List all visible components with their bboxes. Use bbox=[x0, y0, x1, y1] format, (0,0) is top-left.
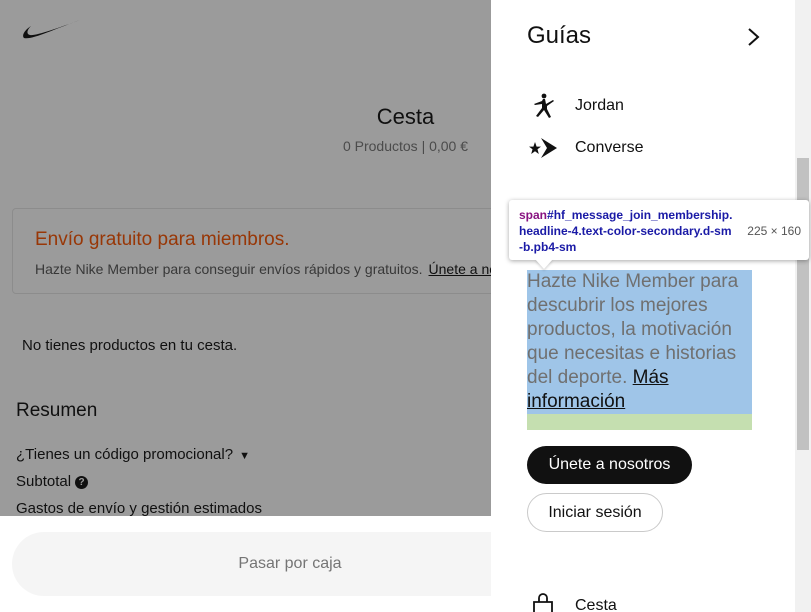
menu-item-bag[interactable]: Cesta bbox=[527, 592, 617, 612]
element-dimensions: 225 × 160 bbox=[747, 224, 801, 238]
element-selector: span#hf_message_join_membership.headline… bbox=[519, 207, 735, 255]
devtools-inspect-tooltip: span#hf_message_join_membership.headline… bbox=[509, 200, 809, 260]
bag-label: Cesta bbox=[575, 597, 617, 612]
join-message-text: Hazte Nike Member para descubrir los mej… bbox=[527, 270, 752, 414]
menu-item-converse[interactable]: Converse bbox=[527, 132, 643, 164]
chevron-right-icon[interactable] bbox=[743, 26, 763, 48]
menu-item-label: Converse bbox=[575, 139, 644, 156]
join-membership-message: Hazte Nike Member para descubrir los mej… bbox=[527, 270, 752, 430]
element-id-classes: #hf_message_join_membership.headline-4.t… bbox=[519, 208, 733, 254]
checkout-label: Pasar por caja bbox=[238, 555, 342, 572]
element-tag: span bbox=[519, 208, 548, 222]
join-us-button[interactable]: Únete a nosotros bbox=[527, 446, 692, 484]
side-menu-panel: Guías Jordan Converse Hazte Nike Member … bbox=[491, 0, 811, 612]
converse-star-chevron-icon bbox=[527, 133, 559, 163]
jumpman-icon bbox=[527, 91, 559, 121]
guides-title[interactable]: Guías bbox=[527, 22, 591, 50]
tooltip-caret bbox=[535, 259, 553, 269]
sign-in-button[interactable]: Iniciar sesión bbox=[527, 493, 663, 532]
checkout-button[interactable]: Pasar por caja bbox=[12, 532, 572, 596]
menu-item-label: Jordan bbox=[575, 97, 624, 114]
menu-item-jordan[interactable]: Jordan bbox=[527, 90, 624, 122]
checkout-bar: Pasar por caja bbox=[0, 516, 572, 612]
shopping-bag-icon bbox=[527, 591, 559, 612]
